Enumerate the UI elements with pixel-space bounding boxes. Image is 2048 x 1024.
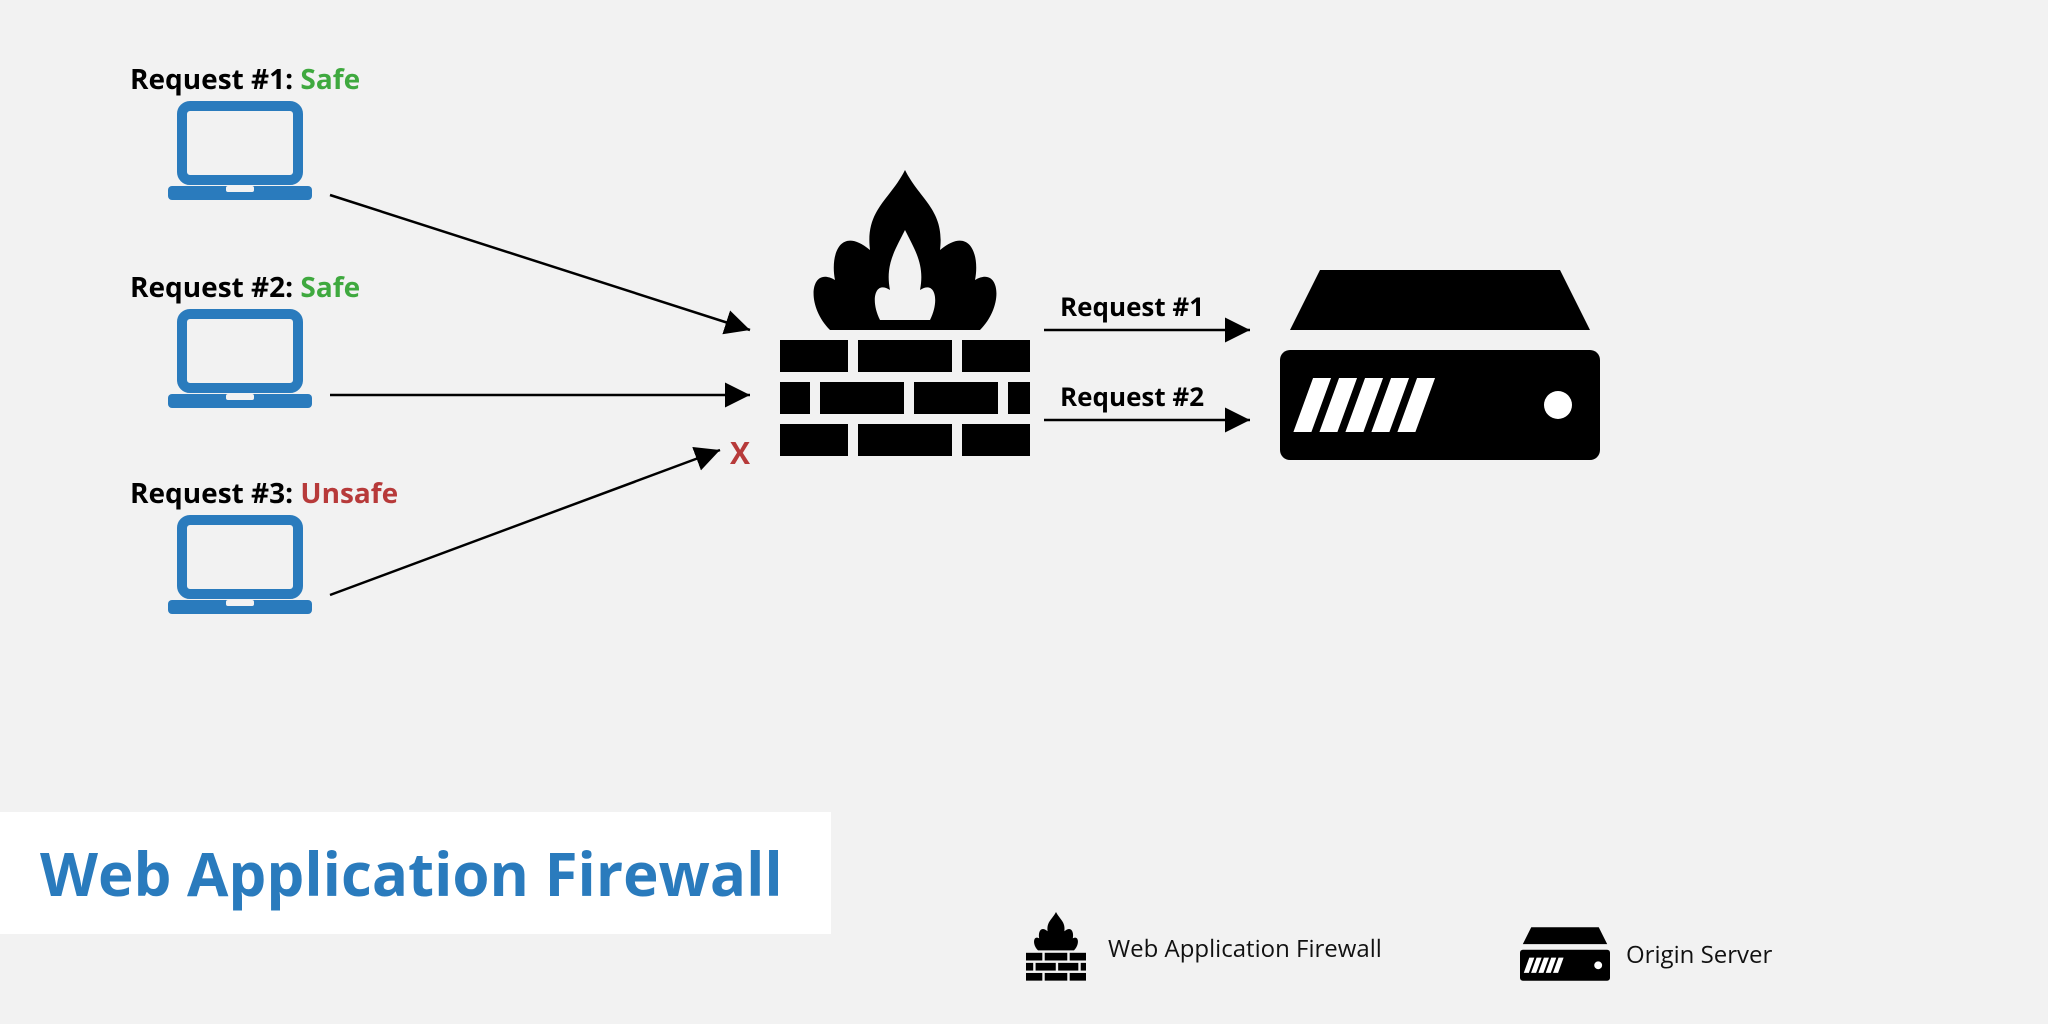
server-icon — [1280, 260, 1600, 470]
legend-server-label: Origin Server — [1626, 938, 1772, 971]
diagram-title-box: Web Application Firewall — [0, 812, 831, 934]
legend-firewall-label: Web Application Firewall — [1108, 932, 1382, 965]
diagram-title: Web Application Firewall — [40, 832, 783, 914]
blocked-marker: X — [730, 432, 750, 473]
firewall-icon — [1020, 912, 1092, 984]
firewall-icon — [770, 170, 1040, 470]
server-icon — [1520, 924, 1610, 984]
passed-request1-label: Request #1 — [1060, 288, 1204, 324]
legend-server: Origin Server — [1520, 924, 1772, 984]
passed-request2-label: Request #2 — [1060, 378, 1204, 414]
legend-firewall: Web Application Firewall — [1020, 912, 1382, 984]
